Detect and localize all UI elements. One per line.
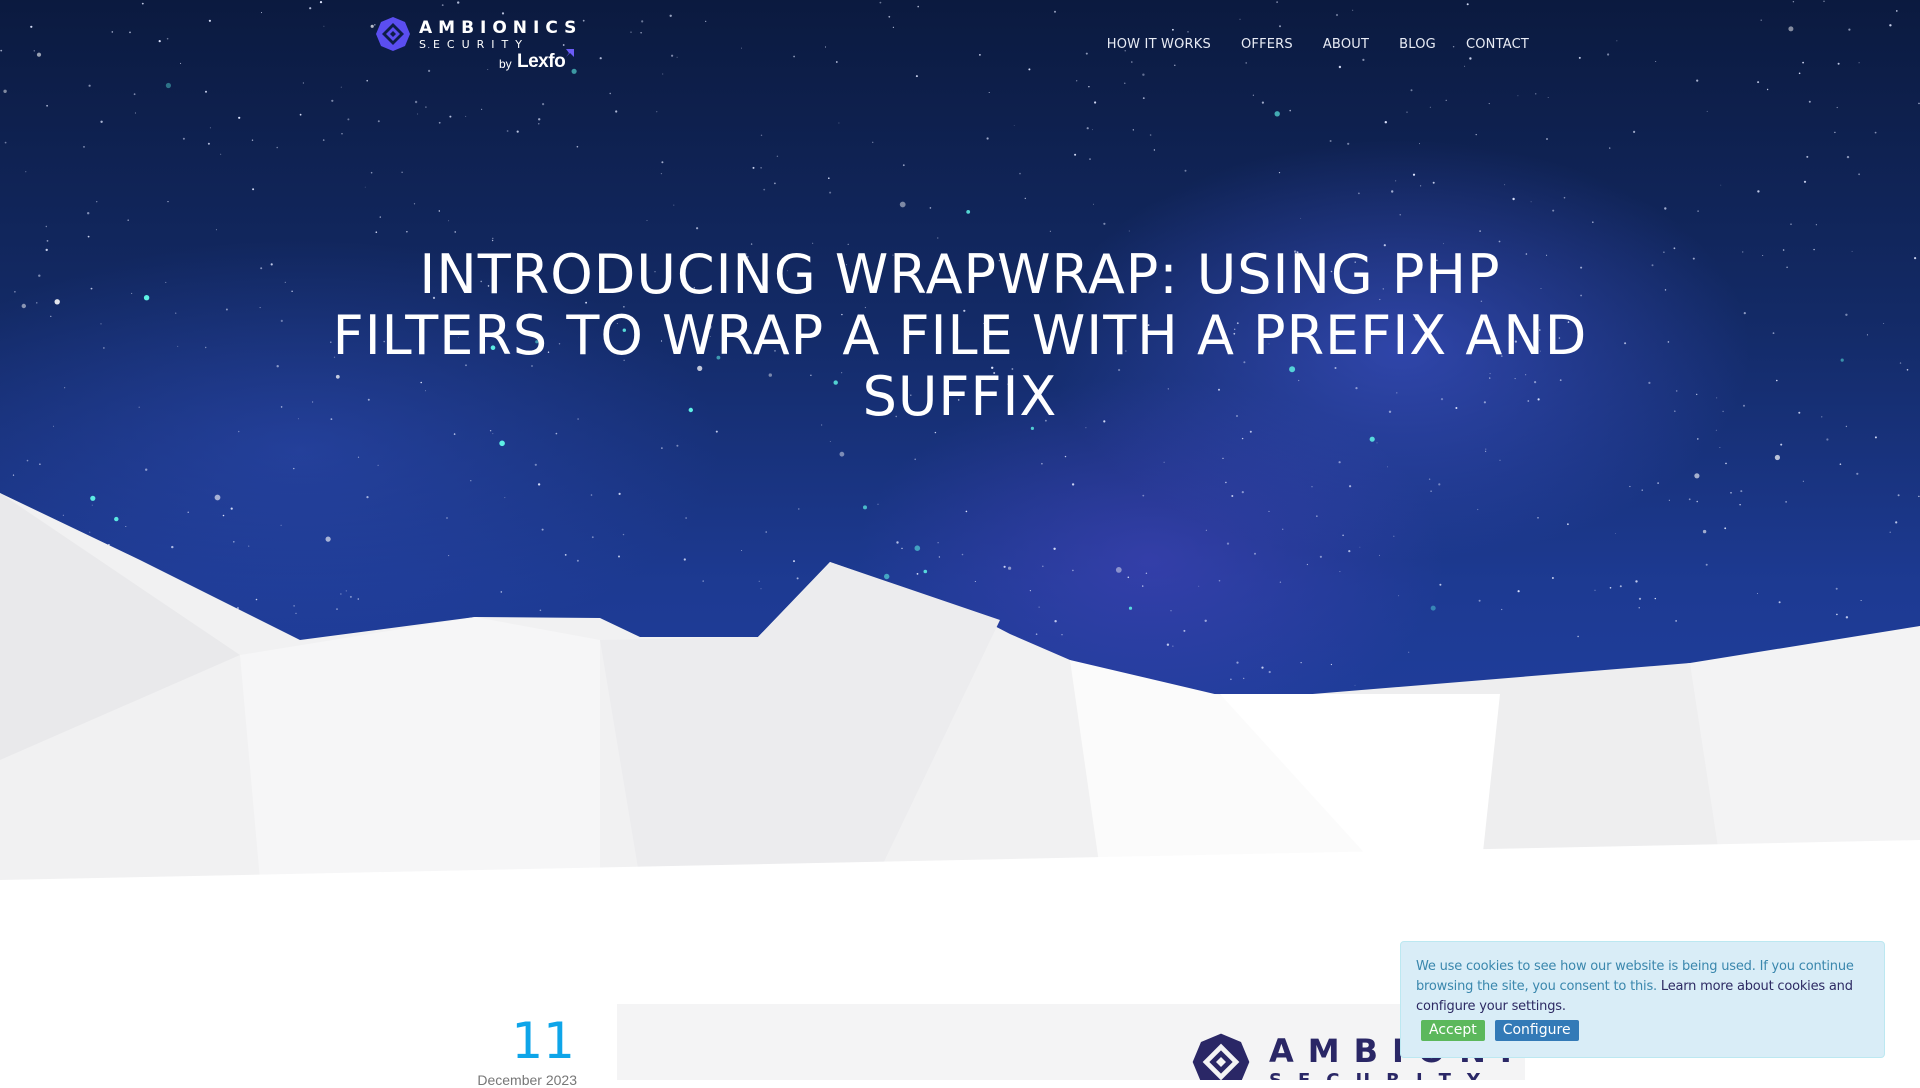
nav-about[interactable]: ABOUT — [1323, 37, 1369, 52]
site-header: AMBIONICS SECURITY by Lexfo HOW IT WORKS… — [0, 0, 1920, 100]
configure-button[interactable]: Configure — [1494, 1020, 1579, 1041]
nav-contact[interactable]: CONTACT — [1466, 37, 1529, 52]
ambionics-diamond-icon — [376, 17, 410, 51]
site-logo[interactable]: AMBIONICS SECURITY by Lexfo — [375, 14, 576, 80]
article-logo-subtitle: SECURITY — [1269, 1070, 1496, 1080]
partner-name: Lexfo — [517, 51, 566, 72]
hero-banner — [0, 0, 1920, 900]
post-date-day: 11 — [511, 1012, 575, 1070]
brand-by: by — [499, 57, 512, 71]
nav-how-it-works[interactable]: HOW IT WORKS — [1107, 37, 1211, 52]
ambionics-diamond-icon — [1192, 1033, 1250, 1080]
post-date-month: December 2023 — [477, 1072, 577, 1088]
cookie-banner: We use cookies to see how our website is… — [1400, 941, 1885, 1058]
nav-blog[interactable]: BLOG — [1399, 37, 1436, 52]
low-poly-mountains — [0, 493, 1920, 900]
cookie-actions: Accept Configure — [1421, 1020, 1870, 1041]
accept-button[interactable]: Accept — [1421, 1020, 1485, 1041]
main-nav: HOW IT WORKS OFFERS ABOUT BLOG CONTACT — [1077, 37, 1529, 52]
page-title: INTRODUCING WRAPWRAP: USING PHP FILTERS … — [332, 243, 1588, 428]
lexfo-arrow-icon — [566, 49, 574, 57]
article-header-image: AMBIONICS SECURITY — [617, 1004, 1525, 1080]
brand-subtitle: SECURITY — [419, 38, 529, 51]
nav-offers[interactable]: OFFERS — [1241, 37, 1293, 52]
cookie-message: We use cookies to see how our website is… — [1416, 957, 1870, 1017]
brand-name: AMBIONICS — [419, 18, 583, 38]
